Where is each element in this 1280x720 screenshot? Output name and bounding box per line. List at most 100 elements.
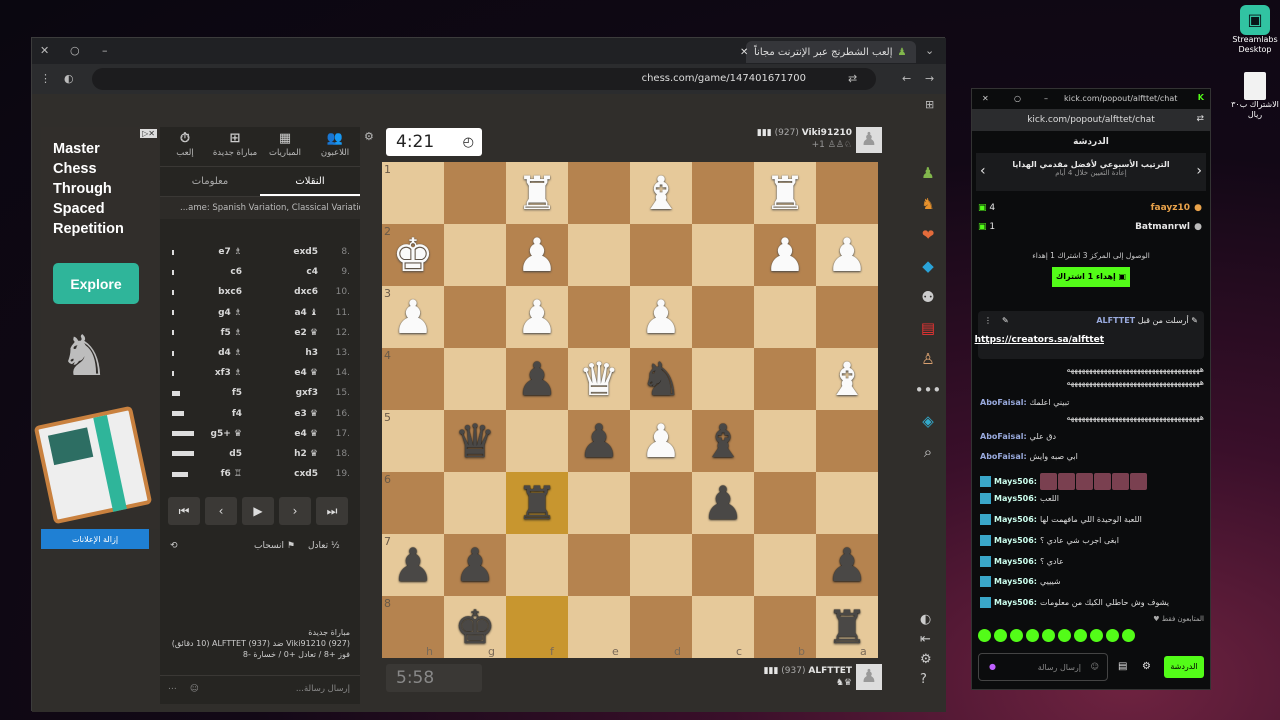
prev-move-button[interactable]: ‹ [205,497,237,525]
board-square[interactable] [444,224,506,286]
next-icon[interactable]: › [1196,163,1202,179]
white-move[interactable]: a4 ♝ [294,308,318,318]
black-move[interactable]: d5 [229,449,242,459]
white-pawn-icon[interactable]: ♟ [640,418,681,464]
tab-players[interactable]: 👥 اللاعبون [310,127,360,166]
black-pawn-icon[interactable]: ♟ [454,542,495,588]
board-square[interactable]: ♜ [754,162,816,224]
white-move[interactable]: h2 ♛ [294,449,318,459]
emote-icon[interactable] [1010,629,1023,642]
white-pawn-icon[interactable]: ♟ [516,232,557,278]
white-pawn-icon[interactable]: ♟ [640,294,681,340]
restore-icon[interactable]: ○ [1014,94,1021,103]
emote-icon[interactable] [1122,629,1135,642]
black-move[interactable]: c6 [230,267,242,277]
tab-info[interactable]: معلومات [160,167,260,196]
play-button[interactable]: ▶ [242,497,274,525]
chat-username[interactable]: Mays506: [994,557,1037,566]
board-square[interactable]: 8h [382,596,444,658]
board-square[interactable] [630,472,692,534]
streamlabs-desktop-icon[interactable]: ▣ Streamlabs Desktop [1232,5,1278,55]
tab-moves[interactable]: النقلات [260,167,360,196]
black-pawn-icon[interactable]: ♟ [702,480,743,526]
white-move[interactable]: dxc6 [294,287,318,297]
board-square[interactable] [444,162,506,224]
board-square[interactable]: ♟ [692,472,754,534]
board-square[interactable]: ♟ [568,410,630,472]
move-row[interactable]: 16. e3 ♛ f4 [160,404,360,424]
board-square[interactable]: ♚ g [444,596,506,658]
apps-icon[interactable]: ⊞ [925,98,934,111]
board-square[interactable]: ♟ [630,410,692,472]
message-input[interactable]: إرسال رسالة... ☺ ⋯ [160,675,360,701]
black-move[interactable]: f4 [232,409,242,419]
white-move[interactable]: cxd5 [294,469,318,479]
emoji-icon[interactable]: ☺ [1091,662,1099,671]
white-move[interactable]: gxf3 [296,388,318,398]
board-square[interactable]: c [692,596,754,658]
move-row[interactable]: 18. h2 ♛ d5 [160,444,360,464]
board-square[interactable] [444,348,506,410]
restore-icon[interactable]: ○ [70,44,80,57]
player-name[interactable]: ALFTTET [808,666,852,676]
white-pawn-icon[interactable]: ♟ [826,232,867,278]
white-pawn-icon[interactable]: ♟ [516,294,557,340]
leader-name[interactable]: faayz10 [1151,203,1190,213]
chat-username[interactable]: Mays506: [994,536,1037,545]
white-rook-icon[interactable]: ♜ [516,170,557,216]
settings-sliders-icon[interactable]: ⇄ [1196,114,1204,124]
board-square[interactable]: ♟ [444,534,506,596]
move-row[interactable]: 12. e2 ♛ f5 ♗ [160,323,360,343]
tab-new-game[interactable]: ⊞ مباراة جديدة [210,127,260,166]
pinned-by[interactable]: ALFTTET [1096,316,1135,325]
board-square[interactable] [816,410,878,472]
emote-icon[interactable] [978,629,991,642]
board-square[interactable] [630,534,692,596]
board-square[interactable]: 1 [382,162,444,224]
board-settings-icon[interactable]: ⚙ [364,130,374,143]
tab-menu-icon[interactable]: ⌄ [925,44,934,57]
board-square[interactable] [568,472,630,534]
white-move[interactable]: e4 ♛ [294,429,318,439]
black-knight-icon[interactable]: ♞ [640,356,681,402]
more-icon[interactable]: ⋮ [984,316,992,325]
black-rook-icon[interactable]: ♜ [516,480,557,526]
white-move[interactable]: e2 ♛ [294,328,318,338]
chess-board[interactable]: 1 ♜ ♝ ♜ ♚ 2 ♟ ♟ ♟ ♟ 3 ♟ ♟ 4 ♟ ♛ ♞ ♝ 5 ♛ ♟ ♟ ♝ 6 ♜ ♟ ♟ 7 ♟ ♟ 8 h ♚ g f e d c b ♜… [382,162,878,658]
board-square[interactable] [444,286,506,348]
board-square[interactable]: ♜ [506,162,568,224]
board-square[interactable]: b [754,596,816,658]
black-move[interactable]: f6 ♖ [221,469,242,479]
black-bishop-icon[interactable]: ♝ [702,418,743,464]
close-icon[interactable]: ✕ [982,94,989,103]
board-square[interactable] [692,224,754,286]
board-square[interactable] [506,534,568,596]
move-row[interactable]: 8. exd5 e7 ♗ [160,242,360,262]
black-rook-icon[interactable]: ♜ [826,604,867,650]
chat-send-button[interactable]: الدردشة [1164,656,1204,678]
move-row[interactable]: 10. dxc6 bxc6 [160,282,360,302]
prev-icon[interactable]: ‹ [980,163,986,179]
gift-sub-button[interactable]: إهداء 1 اشتراك ▣ [1052,267,1130,287]
move-row[interactable]: 9. c4 c6 [160,262,360,282]
white-move[interactable]: e4 ♛ [294,368,318,378]
settings-sliders-icon[interactable]: ⇄ [848,72,857,85]
chat-username[interactable]: Mays506: [994,515,1037,524]
minimize-icon[interactable]: – [102,44,108,57]
tab-games[interactable]: ▦ المباريات [260,127,310,166]
menu-dots-icon[interactable]: ⋮ [40,72,51,85]
board-square[interactable]: ♟ [816,224,878,286]
chat-username[interactable]: Mays506: [994,598,1037,607]
pin-icon[interactable]: ✎ [1002,316,1009,325]
black-queen-icon[interactable]: ♛ [454,418,495,464]
settings-icon[interactable]: ⚙ [1142,661,1151,672]
explore-button[interactable]: Explore [53,263,139,304]
flip-board-icon[interactable]: ⟲ [170,541,178,551]
black-pawn-icon[interactable]: ♟ [392,542,433,588]
board-square[interactable] [816,162,878,224]
board-square[interactable] [568,224,630,286]
white-rook-icon[interactable]: ♜ [764,170,805,216]
site-info-icon[interactable]: ◐ [64,72,74,85]
emoji-icon[interactable]: ☺ [190,684,199,694]
browser-tab[interactable]: ♟ إلعب الشطرنج عبر الإنترنت مجاناً ✕ [740,41,916,63]
